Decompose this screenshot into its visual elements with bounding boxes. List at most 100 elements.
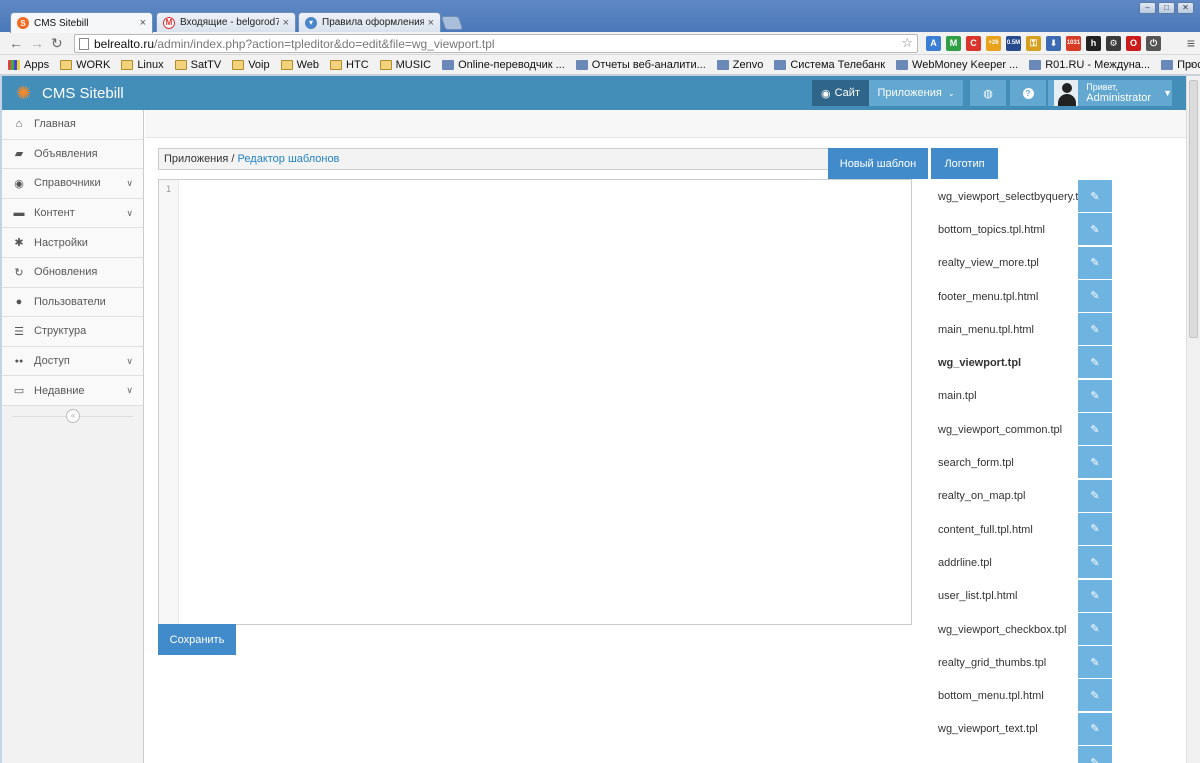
- chrome-menu-icon[interactable]: ≡: [1187, 35, 1195, 51]
- sidebar-item-8[interactable]: ●● Доступ ∨: [2, 346, 143, 377]
- file-name[interactable]: realty_view_more.tpl: [938, 257, 1078, 269]
- save-button[interactable]: Сохранить: [158, 624, 236, 655]
- edit-file-button[interactable]: ✎: [1078, 712, 1112, 745]
- translate-icon[interactable]: A: [926, 36, 941, 51]
- edit-file-button[interactable]: ✎: [1078, 479, 1112, 512]
- settings-ext-icon[interactable]: ⚙: [1106, 36, 1121, 51]
- forward-icon[interactable]: →: [30, 35, 44, 51]
- close-tab-icon[interactable]: ×: [140, 17, 146, 29]
- bookmark-item[interactable]: HTC: [330, 59, 369, 71]
- edit-file-button[interactable]: ✎: [1078, 512, 1112, 545]
- reload-icon[interactable]: ↻: [51, 35, 63, 52]
- brand[interactable]: ✺ CMS Sitebill: [16, 83, 124, 103]
- edit-file-button[interactable]: ✎: [1078, 579, 1112, 612]
- new-template-button[interactable]: Новый шаблон: [828, 148, 928, 179]
- edit-file-button[interactable]: ✎: [1078, 213, 1112, 246]
- opera-ext-icon[interactable]: O: [1126, 36, 1141, 51]
- file-name[interactable]: search_form.tpl: [938, 457, 1078, 469]
- tab-cms-sitebill[interactable]: S CMS Sitebill ×: [10, 12, 153, 33]
- file-name[interactable]: wg_viewport_text.tpl: [938, 723, 1078, 735]
- alert-ext-icon[interactable]: 1031: [1066, 36, 1081, 51]
- file-name[interactable]: addrline.tpl: [938, 557, 1078, 569]
- close-window-icon[interactable]: ✕: [1177, 2, 1194, 14]
- breadcrumb-current-link[interactable]: Редактор шаблонов: [238, 153, 340, 165]
- bookmark-item[interactable]: Zenvo: [716, 59, 763, 71]
- file-name[interactable]: realty_on_map.tpl: [938, 490, 1078, 502]
- bookmark-item[interactable]: Система Телебанк: [774, 59, 885, 71]
- speed-ext-icon[interactable]: 0.5M: [1006, 36, 1021, 51]
- bookmark-item[interactable]: Просмотр серверов...: [1161, 59, 1200, 71]
- power-ext-icon[interactable]: ⏻: [1146, 36, 1161, 51]
- file-name[interactable]: wg_viewport.tpl: [938, 357, 1078, 369]
- minimize-icon[interactable]: –: [1139, 2, 1156, 14]
- edit-file-button[interactable]: ✎: [1078, 279, 1112, 312]
- edit-file-button[interactable]: ✎: [1078, 346, 1112, 379]
- bookmark-item[interactable]: R01.RU - Междуна...: [1029, 59, 1150, 71]
- download-ext-icon[interactable]: ⬇: [1046, 36, 1061, 51]
- gmail-ext-icon[interactable]: M: [946, 36, 961, 51]
- bookmark-item[interactable]: Web: [280, 59, 319, 71]
- file-name[interactable]: main.tpl: [938, 390, 1078, 402]
- edit-file-button[interactable]: ✎: [1078, 446, 1112, 479]
- logo-button[interactable]: Логотип: [931, 148, 998, 179]
- close-tab-icon[interactable]: ×: [283, 17, 289, 29]
- h-ext-icon[interactable]: h: [1086, 36, 1101, 51]
- edit-file-button[interactable]: ✎: [1078, 612, 1112, 645]
- close-tab-icon[interactable]: ×: [428, 17, 434, 29]
- bookmark-item[interactable]: Linux: [121, 59, 164, 71]
- scrollbar-thumb[interactable]: [1189, 80, 1198, 338]
- sidebar-item-2[interactable]: ◉ Справочники ∨: [2, 169, 143, 199]
- edit-file-button[interactable]: ✎: [1078, 313, 1112, 346]
- file-name[interactable]: footer_menu.tpl.html: [938, 291, 1078, 303]
- sidebar-item-5[interactable]: ↻ Обновления: [2, 257, 143, 288]
- key-ext-icon[interactable]: ⚿: [1026, 36, 1041, 51]
- bookmark-item[interactable]: SatTV: [174, 59, 221, 71]
- sidebar-item-0[interactable]: ⌂ Главная: [2, 110, 143, 140]
- apps-menu-button[interactable]: Приложения ⌄: [869, 80, 963, 106]
- edit-file-button[interactable]: ✎: [1078, 180, 1112, 212]
- bookmark-item[interactable]: WebMoney Keeper ...: [896, 59, 1018, 71]
- address-bar[interactable]: belrealto.ru/admin/index.php?action=tple…: [74, 34, 918, 53]
- file-name[interactable]: main_menu.tpl.html: [938, 324, 1078, 336]
- bookmark-star-icon[interactable]: ☆: [901, 35, 913, 51]
- bookmark-item[interactable]: Online-переводчик ...: [442, 59, 565, 71]
- c-ext-icon[interactable]: C: [966, 36, 981, 51]
- maximize-icon[interactable]: □: [1158, 2, 1175, 14]
- bookmark-item[interactable]: MUSIC: [379, 59, 431, 71]
- file-name[interactable]: wg_viewport_checkbox.tpl: [938, 624, 1078, 636]
- sidebar-item-3[interactable]: ▬ Контент ∨: [2, 198, 143, 229]
- bookmark-item[interactable]: WORK: [60, 59, 110, 71]
- edit-file-button[interactable]: ✎: [1078, 246, 1112, 279]
- new-tab-button[interactable]: [440, 16, 464, 30]
- file-name[interactable]: wg_viewport_selectbyquery.tpl: [938, 191, 1078, 203]
- back-icon[interactable]: ←: [9, 35, 23, 51]
- globe-button[interactable]: ◍: [970, 80, 1006, 106]
- bookmark-item[interactable]: Apps: [8, 59, 49, 71]
- file-name[interactable]: bottom_menu.tpl.html: [938, 690, 1078, 702]
- bookmarks-overflow-icon[interactable]: »: [1188, 59, 1194, 71]
- bookmark-item[interactable]: Voip: [232, 59, 270, 71]
- user-menu[interactable]: Привет, Administrator ▼: [1048, 80, 1172, 106]
- sidebar-item-4[interactable]: ✱ Настройки: [2, 228, 143, 258]
- file-name[interactable]: wg_viewport_common.tpl: [938, 424, 1078, 436]
- file-name[interactable]: bottom_topics.tpl.html: [938, 224, 1078, 236]
- help-button[interactable]: ?: [1010, 80, 1046, 106]
- bookmark-item[interactable]: Отчеты веб-аналити...: [575, 59, 706, 71]
- sidebar-item-1[interactable]: ▰ Объявления: [2, 139, 143, 170]
- sidebar-item-7[interactable]: ☰ Структура: [2, 317, 143, 347]
- file-name[interactable]: realty_grid_thumbs.tpl: [938, 657, 1078, 669]
- page-scrollbar[interactable]: [1186, 76, 1200, 763]
- sidebar-item-6[interactable]: ● Пользователи: [2, 287, 143, 318]
- edit-file-button[interactable]: ✎: [1078, 379, 1112, 412]
- edit-file-button[interactable]: ✎: [1078, 746, 1112, 763]
- edit-file-button[interactable]: ✎: [1078, 646, 1112, 679]
- tab-rules[interactable]: ▾ Правила оформления тек ×: [298, 12, 441, 32]
- counter-ext-icon[interactable]: +26: [986, 36, 1001, 51]
- edit-file-button[interactable]: ✎: [1078, 546, 1112, 579]
- edit-file-button[interactable]: ✎: [1078, 679, 1112, 712]
- double-chevron-left-icon[interactable]: «: [66, 408, 80, 423]
- tab-gmail[interactable]: M Входящие - belgorod70@ ×: [156, 12, 296, 32]
- site-button[interactable]: ◉ Сайт: [812, 80, 869, 106]
- file-name[interactable]: content_full.tpl.html: [938, 524, 1078, 536]
- file-name[interactable]: user_list.tpl.html: [938, 590, 1078, 602]
